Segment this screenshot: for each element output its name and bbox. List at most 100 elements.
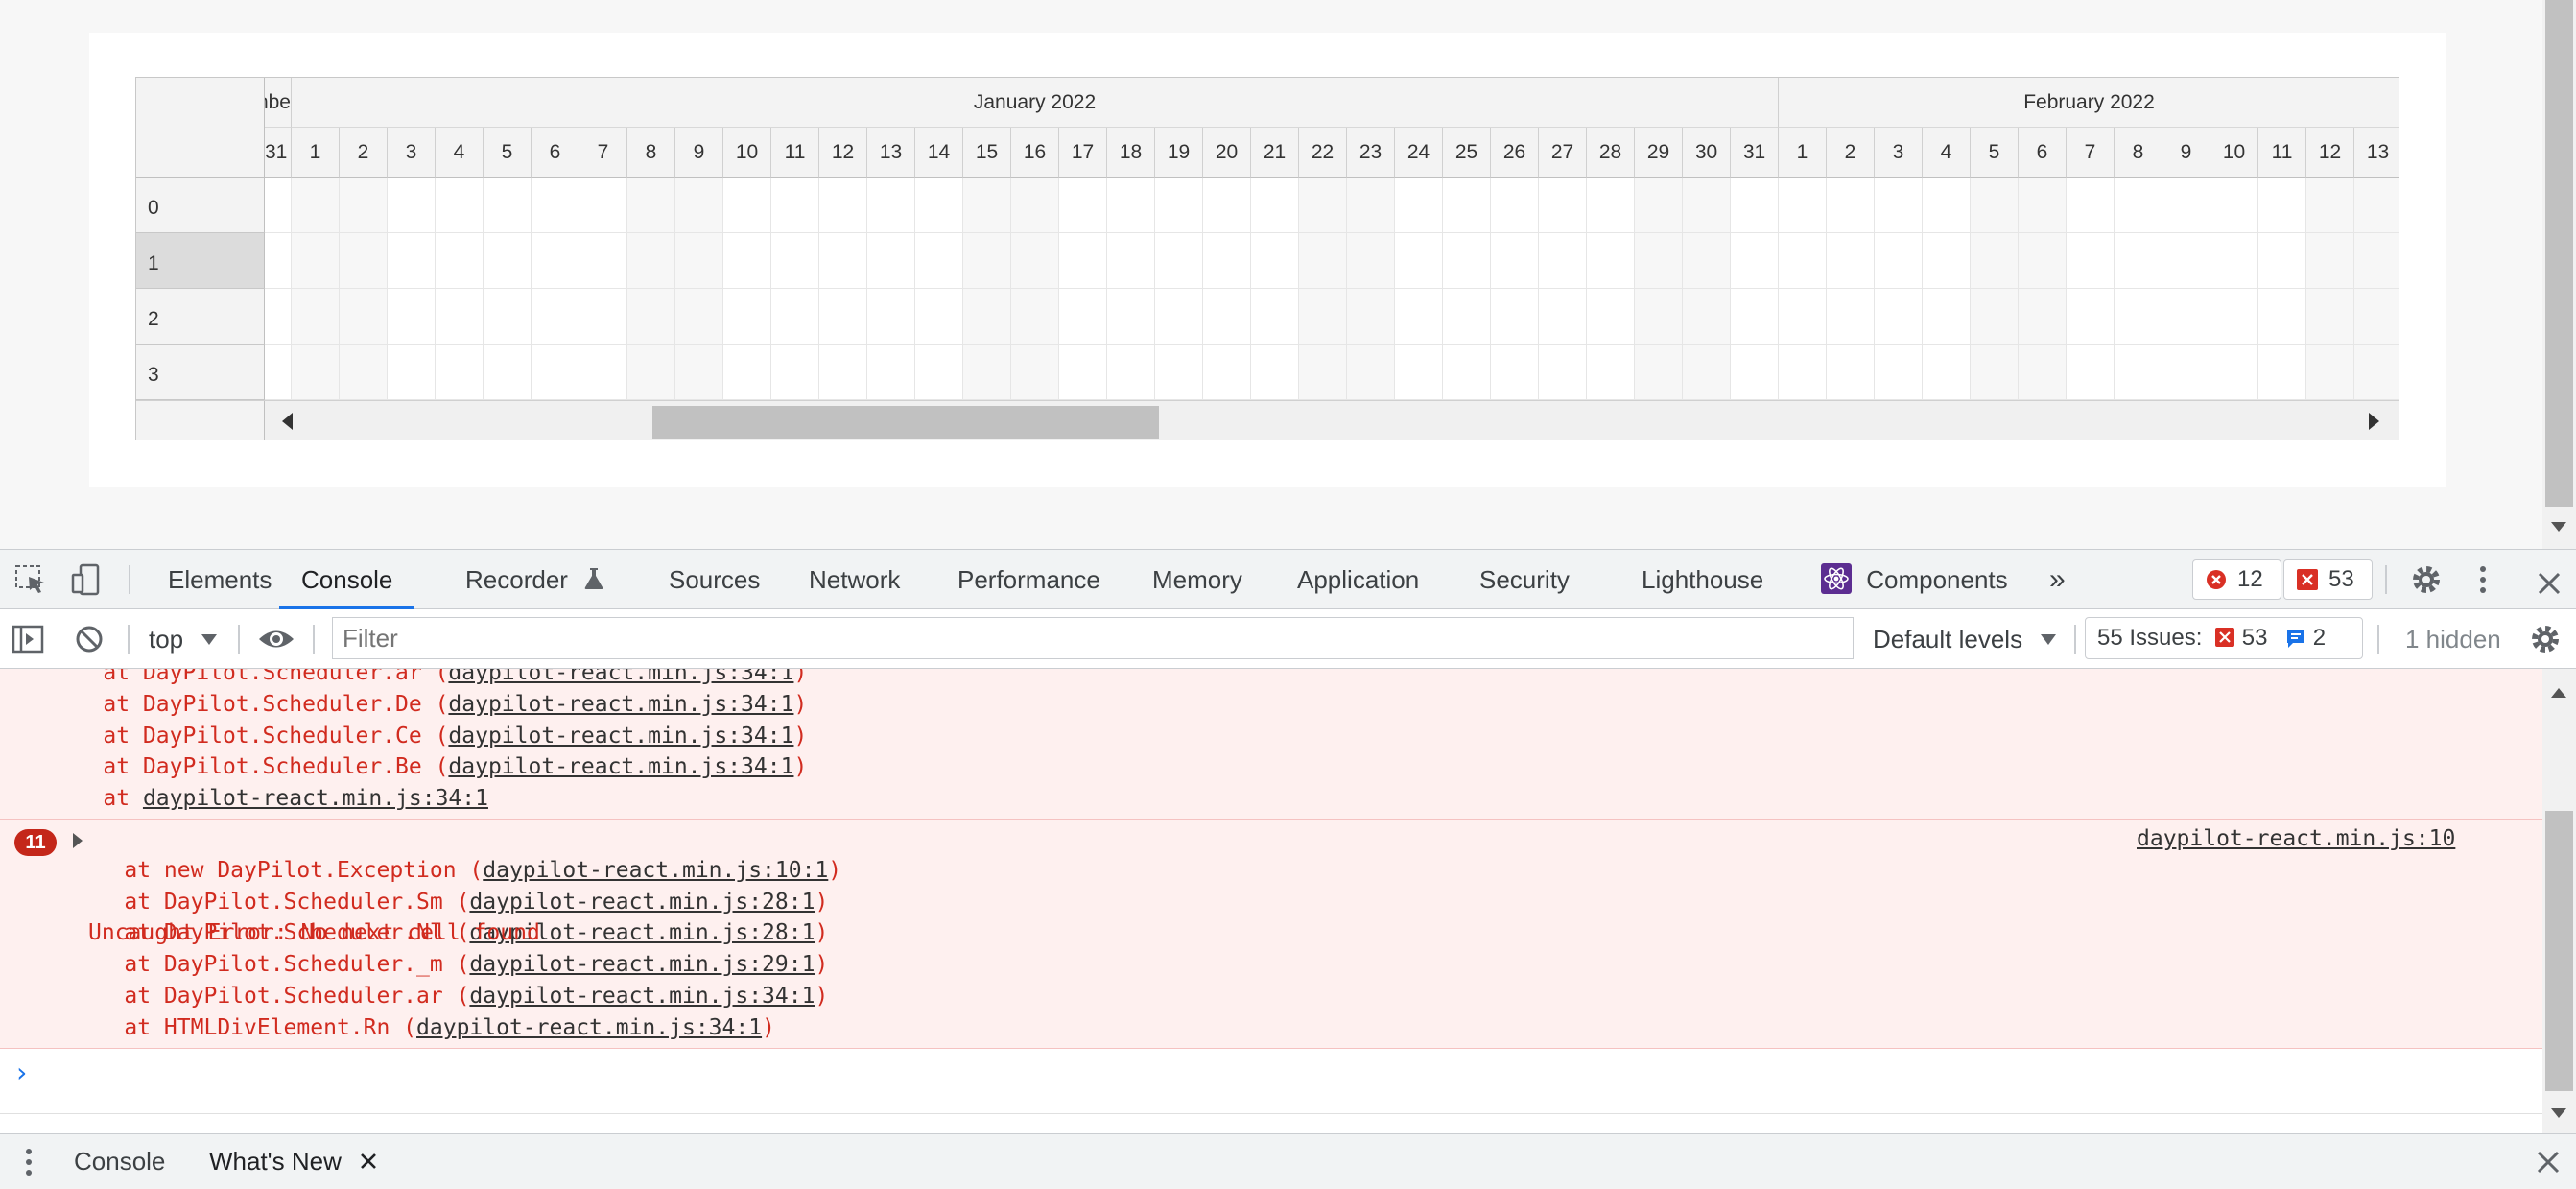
grid-cell[interactable]: [532, 233, 579, 289]
grid-cell[interactable]: [436, 178, 484, 233]
drawer-tab-whats-new[interactable]: What's New: [209, 1134, 377, 1189]
grid-cell[interactable]: [2354, 178, 2399, 233]
scroll-down-arrow-icon[interactable]: [2551, 522, 2566, 532]
grid-cell[interactable]: [1059, 289, 1107, 345]
grid-cell[interactable]: [819, 178, 867, 233]
grid-cell[interactable]: [1299, 345, 1347, 400]
grid-cell[interactable]: [627, 345, 675, 400]
more-options-icon[interactable]: [2477, 563, 2489, 596]
grid-cell[interactable]: [2019, 289, 2067, 345]
grid-cell[interactable]: [1443, 289, 1491, 345]
grid-cell[interactable]: [2210, 289, 2258, 345]
grid-cell[interactable]: [1779, 345, 1827, 400]
grid-cell[interactable]: [1539, 289, 1587, 345]
grid-cell[interactable]: [579, 289, 627, 345]
grid-cell[interactable]: [1683, 289, 1731, 345]
grid-cell[interactable]: [532, 345, 579, 400]
console-scroll-thumb[interactable]: [2545, 811, 2573, 1091]
grid-cell[interactable]: [2019, 233, 2067, 289]
grid-cell[interactable]: [2258, 345, 2306, 400]
grid-cell[interactable]: [675, 289, 723, 345]
grid-cell[interactable]: [771, 178, 819, 233]
grid-cell[interactable]: [2115, 289, 2162, 345]
grid-cell[interactable]: [265, 289, 292, 345]
grid-cell[interactable]: [771, 233, 819, 289]
grid-cell[interactable]: [1203, 178, 1251, 233]
grid-cell[interactable]: [723, 345, 771, 400]
grid-cell[interactable]: [723, 178, 771, 233]
grid-cell[interactable]: [1491, 289, 1539, 345]
grid-cell[interactable]: [2306, 233, 2354, 289]
grid-cell[interactable]: [1299, 233, 1347, 289]
grid-cell[interactable]: [1971, 233, 2019, 289]
source-link[interactable]: daypilot-react.min.js:34:1: [416, 1015, 762, 1040]
live-expression-eye-icon[interactable]: [257, 627, 295, 652]
grid-cell[interactable]: [1635, 289, 1683, 345]
grid-cell[interactable]: [1779, 233, 1827, 289]
grid-cell[interactable]: [915, 178, 963, 233]
console-settings-gear-icon[interactable]: [2529, 623, 2562, 655]
grid-cell[interactable]: [867, 345, 915, 400]
grid-cell[interactable]: [771, 289, 819, 345]
grid-cell[interactable]: [915, 289, 963, 345]
grid-cell[interactable]: [2210, 178, 2258, 233]
grid-cell[interactable]: [963, 178, 1011, 233]
grid-cell[interactable]: [1587, 178, 1635, 233]
row-header[interactable]: 2: [136, 289, 265, 345]
log-levels-dropdown[interactable]: Default levels: [1873, 609, 2057, 669]
grid-cell[interactable]: [1251, 178, 1299, 233]
grid-cell[interactable]: [2067, 233, 2115, 289]
tab-lighthouse[interactable]: Lighthouse: [1642, 550, 1763, 609]
grid-cell[interactable]: [627, 233, 675, 289]
grid-cell[interactable]: [2354, 233, 2399, 289]
source-link[interactable]: daypilot-react.min.js:34:1: [448, 724, 793, 749]
grid-cell[interactable]: [723, 233, 771, 289]
grid-cell[interactable]: [1059, 233, 1107, 289]
tab-security[interactable]: Security: [1479, 550, 1570, 609]
grid-cell[interactable]: [532, 178, 579, 233]
more-tabs-icon[interactable]: »: [2049, 550, 2066, 609]
expand-triangle-icon[interactable]: [73, 832, 83, 848]
grid-cell[interactable]: [1635, 233, 1683, 289]
grid-cell[interactable]: [1011, 178, 1059, 233]
warning-count-badge[interactable]: 53: [2283, 559, 2373, 600]
grid-cell[interactable]: [1059, 178, 1107, 233]
grid-cell[interactable]: [340, 233, 388, 289]
source-link[interactable]: daypilot-react.min.js:28:1: [469, 890, 815, 915]
horizontal-scroll-thumb[interactable]: [652, 406, 1159, 439]
grid-cell[interactable]: [1923, 345, 1971, 400]
grid-cell[interactable]: [723, 289, 771, 345]
context-selector[interactable]: top: [149, 609, 218, 669]
console-prompt[interactable]: ›: [0, 1049, 2542, 1114]
grid-cell[interactable]: [963, 345, 1011, 400]
grid-cell[interactable]: [2115, 233, 2162, 289]
grid-cell[interactable]: [1875, 178, 1923, 233]
grid-cell[interactable]: [1587, 289, 1635, 345]
grid-cell[interactable]: [1203, 345, 1251, 400]
grid-cell[interactable]: [340, 345, 388, 400]
console-scrollbar[interactable]: [2542, 669, 2576, 1133]
grid-cell[interactable]: [388, 289, 436, 345]
sidebar-toggle-icon[interactable]: [12, 625, 44, 654]
settings-gear-icon[interactable]: [2410, 563, 2443, 596]
grid-cell[interactable]: [627, 289, 675, 345]
grid-cell[interactable]: [867, 178, 915, 233]
grid-cell[interactable]: [1683, 233, 1731, 289]
page-scroll-thumb[interactable]: [2545, 0, 2573, 507]
grid-cell[interactable]: [579, 345, 627, 400]
grid-cell[interactable]: [915, 345, 963, 400]
grid-cell[interactable]: [1155, 233, 1203, 289]
grid-cell[interactable]: [1443, 345, 1491, 400]
grid-cell[interactable]: [819, 289, 867, 345]
drawer-menu-icon[interactable]: [24, 1147, 34, 1177]
source-link[interactable]: daypilot-react.min.js:34:1: [143, 786, 488, 811]
tab-elements[interactable]: Elements: [168, 550, 272, 609]
grid-cell[interactable]: [2115, 178, 2162, 233]
issues-button[interactable]: 55 Issues: 53 2: [2085, 617, 2363, 659]
grid-cell[interactable]: [867, 233, 915, 289]
grid-cell[interactable]: [819, 345, 867, 400]
grid-cell[interactable]: [1395, 178, 1443, 233]
grid-cell[interactable]: [2258, 289, 2306, 345]
row-header[interactable]: 1: [136, 233, 265, 289]
grid-cell[interactable]: [2067, 289, 2115, 345]
